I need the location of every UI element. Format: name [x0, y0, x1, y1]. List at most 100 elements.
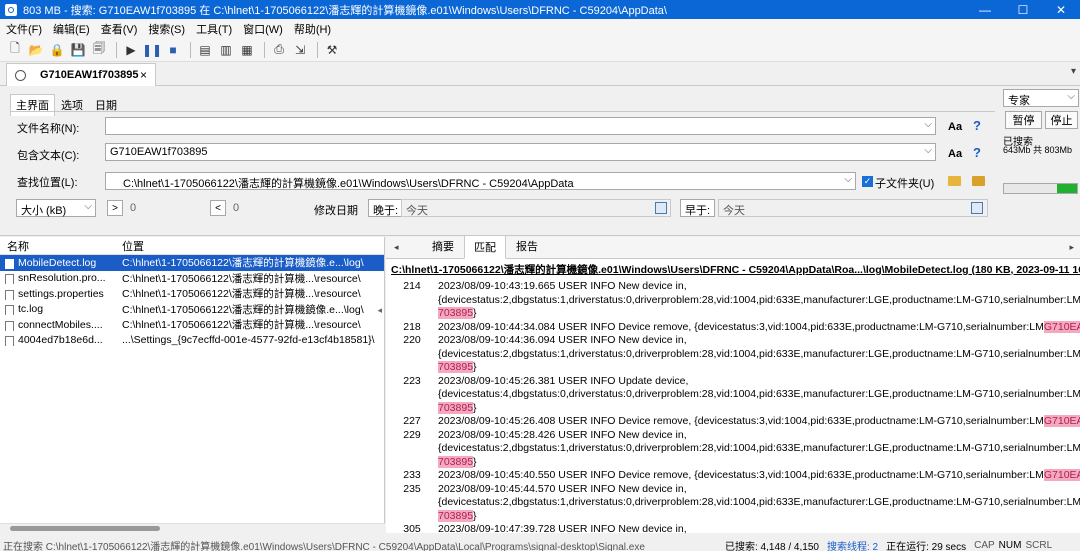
menu-edit[interactable]: 编辑(E)	[53, 21, 90, 37]
size-greater-button[interactable]: >	[107, 200, 123, 216]
chevron-down-icon[interactable]: ⌵	[924, 119, 932, 130]
file-row[interactable]: snResolution.pro... C:\hlnet\1-1705066122…	[0, 271, 384, 287]
help-icon[interactable]: ?	[973, 145, 981, 160]
scrollbar-thumb[interactable]	[10, 526, 160, 531]
line-text: 2023/08/09-10:45:26.408 USER INFO Device…	[438, 415, 1080, 429]
calendar-icon[interactable]	[655, 202, 667, 214]
column-header-name[interactable]: 名称	[0, 238, 118, 254]
status-search-threads[interactable]: 搜索线程: 2	[827, 540, 878, 551]
pause-icon[interactable]: ❚❚	[142, 41, 162, 59]
subfolders-checkbox[interactable]: ✓	[862, 176, 873, 187]
tab-scroll-left-icon[interactable]: ◂	[394, 242, 399, 253]
scroll-left-icon[interactable]: ◂	[377, 305, 382, 316]
tab-list-chevron-icon[interactable]: ▾	[1071, 66, 1076, 77]
size-unit-select[interactable]: 大小 (kB) ⌵	[16, 199, 96, 217]
layout-split-icon[interactable]: ▥	[217, 41, 235, 59]
add-folder-icon[interactable]	[972, 176, 985, 186]
maximize-button[interactable]: ☐	[1004, 0, 1042, 19]
report-icon[interactable]: ▦	[238, 41, 256, 59]
tab-scroll-right-icon[interactable]: ▸	[1069, 242, 1074, 253]
tab-options[interactable]: 选项	[55, 94, 89, 116]
line-text-part: 2023/08/09-10:45:28.426 USER INFO New de…	[438, 428, 687, 441]
file-row[interactable]: 4004ed7b18e6d... ...\Settings_{9c7ecffd-0…	[0, 333, 384, 349]
tab-summary[interactable]: 摘要	[422, 234, 464, 258]
file-location: C:\hlnet\1-1705066122\潘志輝的計算機鏡像.e...\log…	[122, 257, 364, 270]
line-text-part: }	[473, 361, 477, 373]
chevron-down-icon[interactable]: ⌵	[844, 174, 852, 185]
file-row[interactable]: tc.log C:\hlnet\1-1705066122\潘志輝的計算機鏡像.e.…	[0, 302, 384, 318]
save-icon[interactable]: 💾	[69, 41, 87, 59]
browse-folder-icon[interactable]	[948, 176, 961, 186]
chevron-down-icon[interactable]: ⌵	[84, 201, 92, 212]
help-icon[interactable]: ?	[973, 118, 981, 133]
line-text-part: 2023/08/09-10:45:44.570 USER INFO New de…	[438, 482, 687, 495]
line-text: 703895}	[438, 509, 1080, 524]
size-less-value[interactable]: 0	[233, 202, 239, 214]
match-lines: 214 2023/08/09-10:43:19.665 USER INFO New…	[386, 280, 1080, 537]
print-icon[interactable]: ⎙	[270, 41, 288, 59]
match-highlight: 703895	[438, 401, 474, 414]
menu-search[interactable]: 搜索(S)	[148, 21, 185, 37]
file-row[interactable]: settings.properties C:\hlnet\1-1705066122…	[0, 286, 384, 302]
look-in-input[interactable]: C:\hlnet\1-1705066122\潘志輝的計算機鏡像.e01\Wind…	[105, 172, 856, 190]
chevron-down-icon[interactable]: ⌵	[924, 145, 932, 156]
layout-icon[interactable]: ▤	[196, 41, 214, 59]
file-row[interactable]: connectMobiles.... C:\hlnet\1-1705066122\…	[0, 317, 384, 333]
case-sensitive-icon[interactable]: Aa	[948, 148, 962, 160]
column-header-location[interactable]: 位置	[118, 238, 144, 254]
menu-file[interactable]: 文件(F)	[6, 21, 42, 37]
open-folder-icon[interactable]: 📂	[27, 41, 45, 59]
export-icon[interactable]: ⇲	[291, 41, 309, 59]
new-document-icon[interactable]: 🗋	[6, 41, 24, 59]
menu-help[interactable]: 帮助(H)	[294, 21, 331, 37]
menu-tools[interactable]: 工具(T)	[196, 21, 232, 37]
tab-main[interactable]: 主界面	[10, 94, 55, 116]
line-number	[386, 388, 438, 402]
panel-tab-divider	[10, 111, 995, 112]
tools-icon[interactable]: ⚒	[323, 41, 341, 59]
line-text-part: {devicestatus:2,dbgstatus:1,driverstatus…	[438, 496, 1080, 508]
menu-window[interactable]: 窗口(W)	[243, 21, 283, 37]
result-tabs: ◂ 摘要 匹配 报告 ▸	[386, 234, 1080, 259]
before-date-input[interactable]: 今天	[718, 199, 988, 217]
match-line: {devicestatus:2,dbgstatus:1,driverstatus…	[386, 348, 1080, 362]
pause-button[interactable]: 暂停	[1005, 111, 1042, 129]
after-button[interactable]: 晚于:	[368, 199, 404, 217]
calendar-icon[interactable]	[971, 202, 983, 214]
stop-button[interactable]: 停止	[1045, 111, 1078, 129]
document-tab-strip: G710EAW1f703895 × ▾	[0, 62, 1080, 86]
tab-date[interactable]: 日期	[89, 94, 123, 116]
match-highlight: 703895	[438, 455, 474, 468]
menu-view[interactable]: 查看(V)	[101, 21, 138, 37]
horizontal-scrollbar[interactable]	[0, 523, 385, 533]
contains-text-input[interactable]: G710EAW1f703895 ⌵	[105, 143, 936, 161]
size-less-button[interactable]: <	[210, 200, 226, 216]
case-sensitive-icon[interactable]: Aa	[948, 121, 962, 133]
filename-input[interactable]: ⌵	[105, 117, 936, 135]
stop-icon[interactable]: ■	[164, 41, 182, 59]
lock-icon[interactable]: 🔒	[48, 41, 66, 59]
close-button[interactable]: ✕	[1042, 0, 1080, 19]
tab-report[interactable]: 报告	[506, 234, 548, 258]
tab-close-icon[interactable]: ×	[140, 68, 147, 82]
tab-matches[interactable]: 匹配	[464, 235, 506, 259]
line-text: 703895}	[438, 361, 1080, 375]
minimize-button[interactable]: —	[966, 0, 1004, 19]
toolbar-separator	[116, 41, 117, 58]
search-document-tab[interactable]: G710EAW1f703895 ×	[6, 63, 156, 86]
line-text: {devicestatus:2,dbgstatus:1,driverstatus…	[438, 348, 1080, 362]
line-number: 235	[403, 482, 421, 495]
line-text: {devicestatus:4,dbgstatus:0,driverstatus…	[438, 388, 1080, 402]
chevron-down-icon[interactable]: ⌵	[1067, 91, 1075, 102]
size-greater-value[interactable]: 0	[130, 202, 136, 214]
mode-select[interactable]: 专家 ⌵	[1003, 89, 1079, 107]
after-date-input[interactable]: 今天	[401, 199, 671, 217]
status-scrl: SCRL	[1025, 540, 1053, 551]
file-row[interactable]: MobileDetect.log C:\hlnet\1-1705066122\潘志…	[0, 255, 384, 271]
before-button[interactable]: 早于:	[680, 199, 716, 217]
save-all-icon[interactable]: 🗐	[90, 41, 108, 59]
file-name-cell: 4004ed7b18e6d...	[0, 334, 118, 347]
start-icon[interactable]: ▶	[122, 41, 140, 59]
look-in-label: 查找位置(L):	[17, 177, 78, 189]
file-name: snResolution.pro...	[18, 272, 106, 285]
